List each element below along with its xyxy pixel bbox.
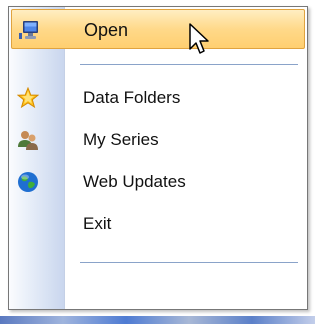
menu-separator (80, 64, 298, 65)
menu-separator (80, 262, 298, 263)
menu-item-label: Open (84, 20, 129, 40)
monitor-icon (18, 19, 40, 41)
menu-item-data-folders[interactable]: Data Folders (11, 78, 305, 118)
mouse-pointer-icon (188, 22, 216, 58)
star-icon (16, 86, 40, 109)
menu-item-my-series[interactable]: My Series (11, 120, 305, 160)
menu-item-label: Data Folders (83, 88, 181, 107)
globe-icon (17, 171, 39, 193)
menu-item-exit[interactable]: Exit (11, 204, 305, 244)
background-strip (0, 316, 315, 324)
menu-item-label: Exit (83, 214, 112, 233)
menu-item-open[interactable]: Open (11, 9, 305, 49)
users-icon (17, 129, 39, 151)
menu-item-label: My Series (83, 130, 159, 149)
menu-item-label: Web Updates (83, 172, 186, 191)
menu-item-web-updates[interactable]: Web Updates (11, 162, 305, 202)
context-menu: Open Data Folders My Series Web Updates … (8, 6, 308, 310)
